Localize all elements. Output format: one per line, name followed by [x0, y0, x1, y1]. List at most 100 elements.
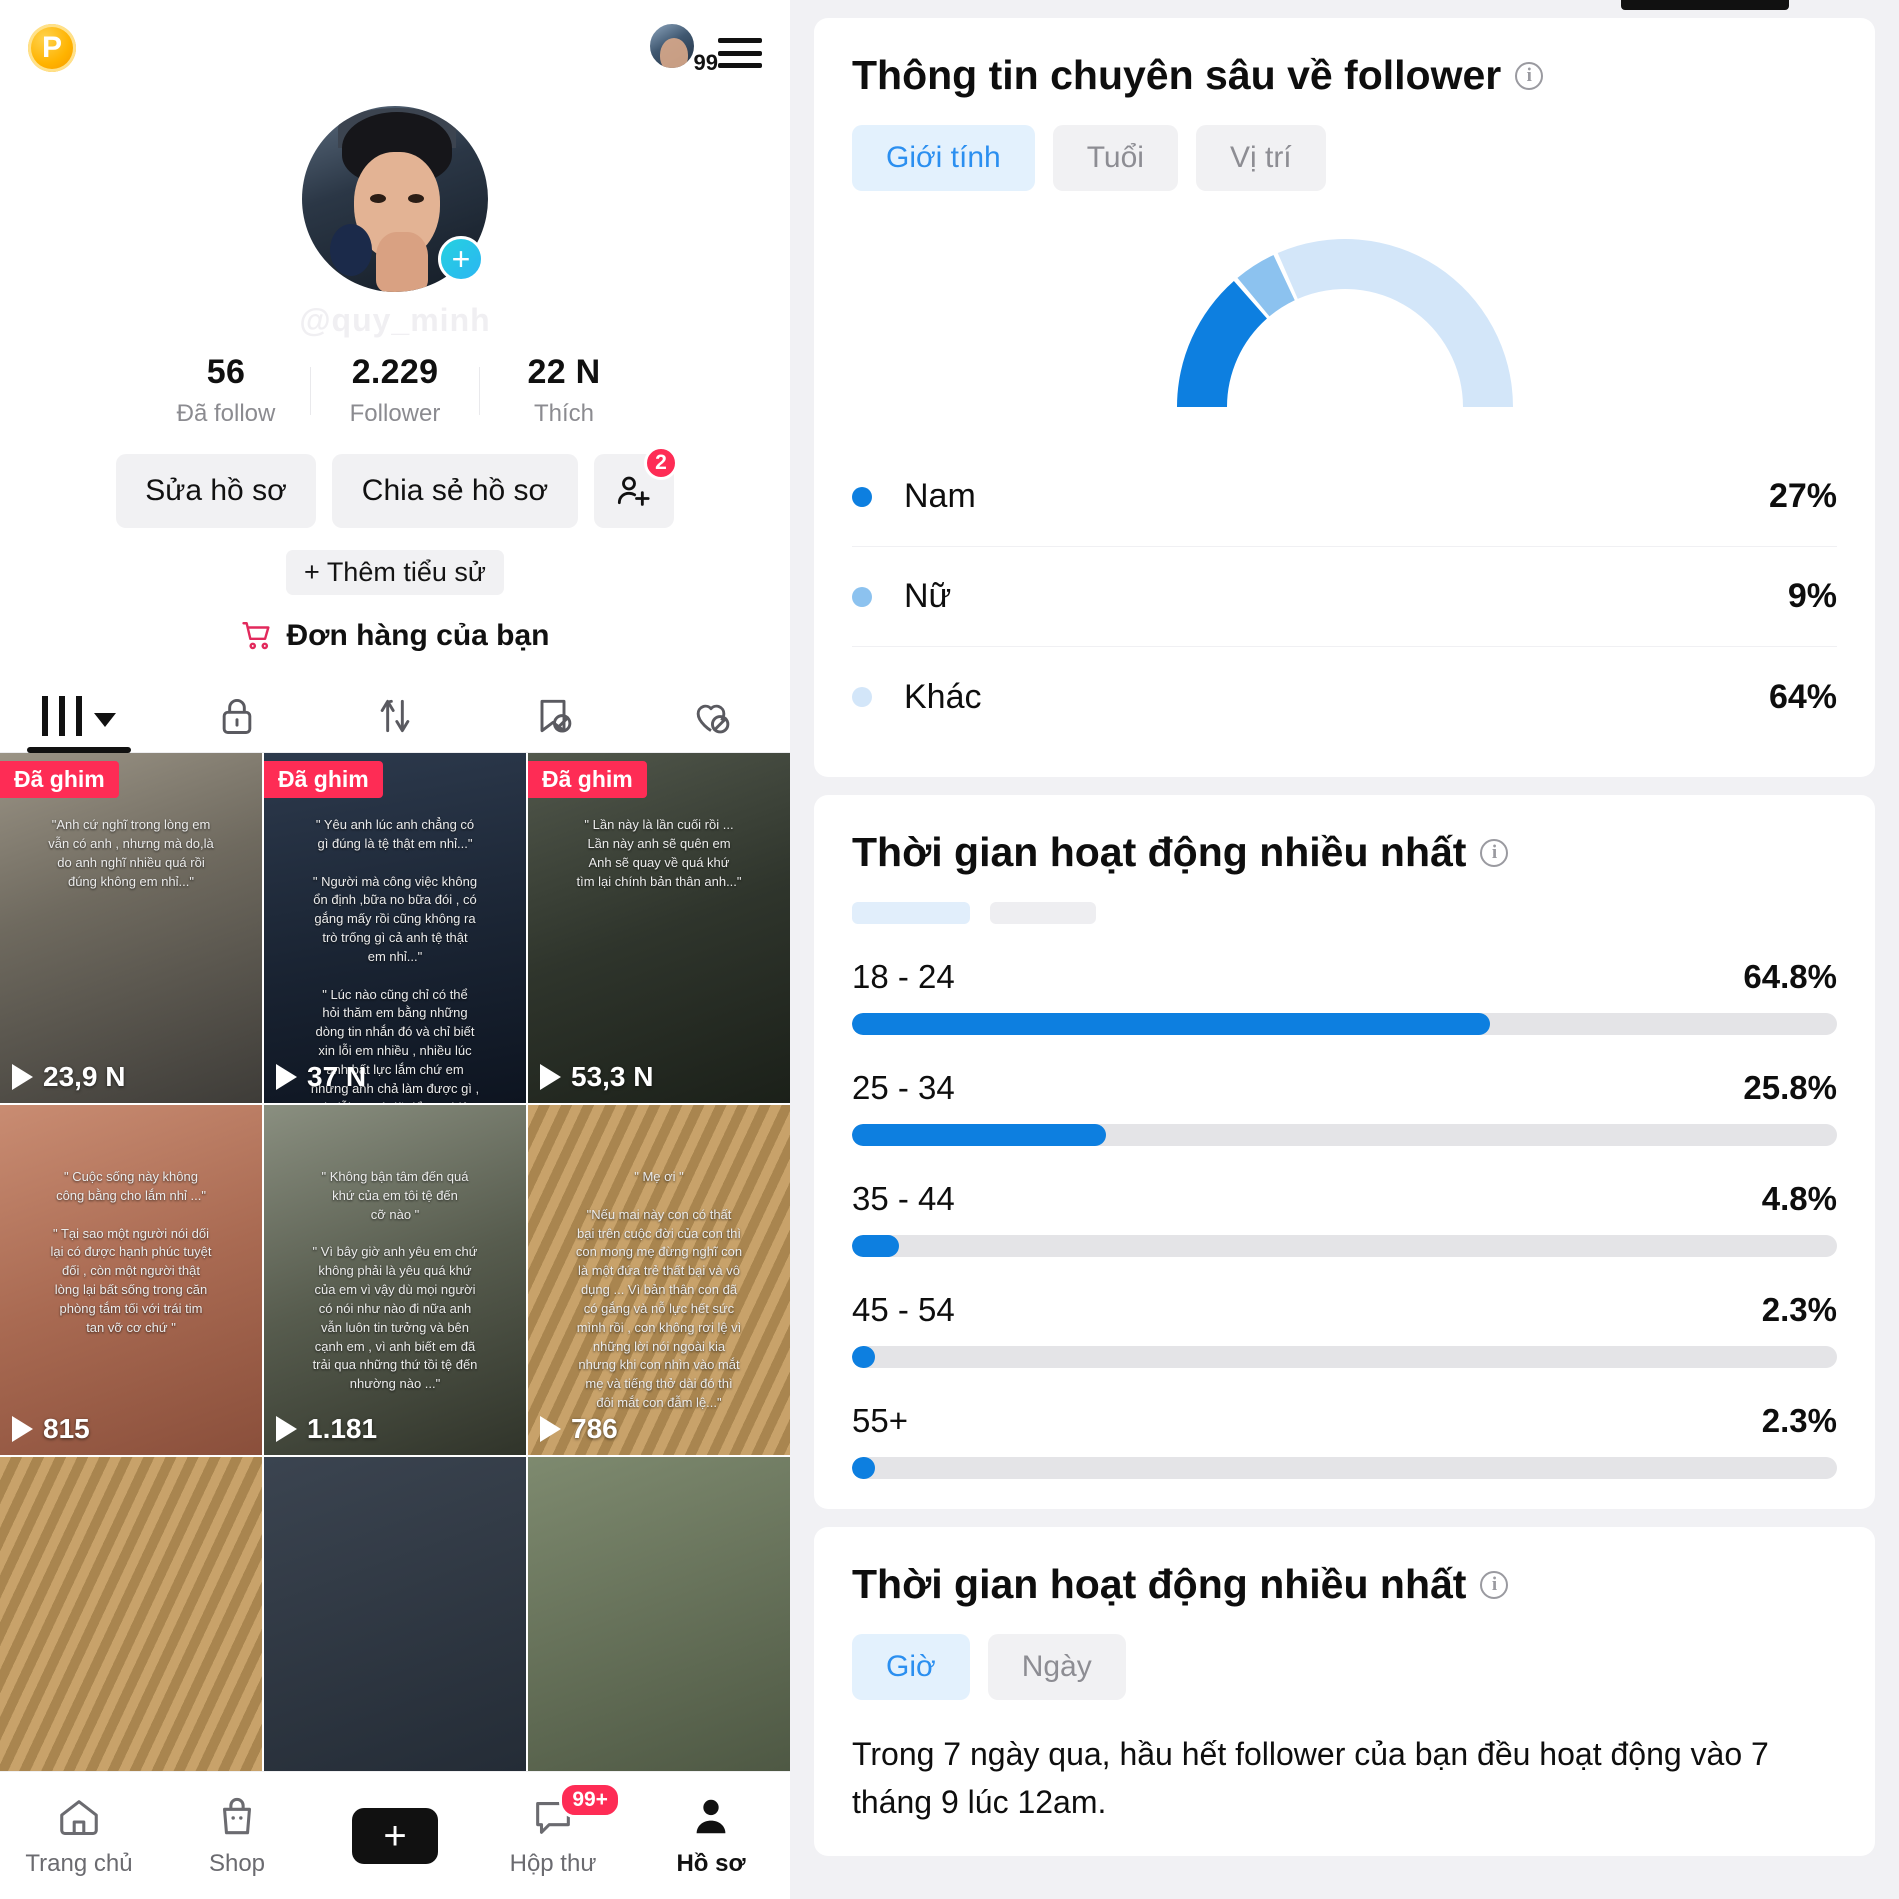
video-cell[interactable] [264, 1457, 526, 1807]
video-caption: " Yêu anh lúc anh chẳng có gì đúng là tệ… [310, 817, 480, 1103]
header-right-actions: 99 [648, 22, 762, 75]
home-icon [60, 1799, 98, 1835]
heart-off-icon [696, 704, 730, 733]
avatar-badge-count: 99 [693, 50, 718, 75]
stat-likes[interactable]: 22 N Thích [480, 353, 648, 428]
age-bar-item: 25 - 34 25.8% [852, 1069, 1837, 1146]
repost-icon [380, 699, 410, 732]
video-cell[interactable]: " Cuộc sống này không công bằng cho lắm … [0, 1105, 262, 1455]
nav-item-create[interactable]: + [316, 1807, 474, 1864]
tab-posts[interactable] [0, 679, 158, 753]
nav-label: Hộp thư [509, 1849, 597, 1877]
profile-username: @quy_minh [299, 302, 491, 338]
stat-following[interactable]: 56 Đã follow [142, 353, 310, 428]
title-text: Thông tin chuyên sâu về follower [852, 52, 1502, 98]
video-caption: " Lần này là lần cuối rồi ... Lần này an… [576, 817, 742, 889]
video-caption: " Không bận tâm đến quá khứ của em tôi t… [312, 1169, 478, 1392]
legend-value: 9% [1787, 577, 1837, 615]
video-cell[interactable] [528, 1457, 790, 1807]
create-plus-icon[interactable]: + [345, 1807, 445, 1864]
legend-dot [852, 687, 872, 707]
stat-followers-label: Follower [349, 400, 441, 427]
stat-likes-label: Thích [533, 400, 595, 427]
legend-row-female: Nữ 9% [852, 547, 1837, 647]
tab-hour[interactable]: Giờ [852, 1634, 970, 1700]
edit-profile-button[interactable]: Sửa hồ sơ [116, 454, 316, 528]
tab-reposts[interactable] [316, 679, 474, 752]
video-caption: "Anh cứ nghĩ trong lòng em vẫn có anh , … [48, 817, 214, 889]
age-bar-item: 55+ 2.3% [852, 1402, 1837, 1479]
info-icon[interactable]: i [1480, 838, 1509, 867]
person-icon [696, 1799, 726, 1833]
nav-label: Hồ sơ [676, 1849, 746, 1877]
points-coin-icon[interactable]: P [28, 24, 76, 72]
profile-avatar-block: + [0, 106, 790, 292]
tab-liked[interactable] [632, 679, 790, 752]
header-avatar[interactable]: 99 [648, 22, 718, 75]
video-views-value: 815 [43, 1413, 90, 1444]
pinned-badge: Đã ghim [528, 761, 647, 798]
play-icon [276, 1416, 297, 1442]
video-cell[interactable]: Đã ghim "Anh cứ nghĩ trong lòng em vẫn c… [0, 753, 262, 1103]
info-icon[interactable]: i [1480, 1570, 1509, 1599]
age-percent-value: 2.3% [1761, 1291, 1837, 1328]
orders-link[interactable]: Đơn hàng của bạn [0, 619, 790, 653]
age-bar-track [852, 1457, 1837, 1479]
play-icon [540, 1064, 561, 1090]
video-cell[interactable]: " Mẹ ơi " "Nếu mai này con có thất bại t… [528, 1105, 790, 1455]
video-views-value: 53,3 N [571, 1061, 654, 1092]
age-range-label: 18 - 24 [852, 958, 955, 995]
video-views: 23,9 N [12, 1061, 126, 1093]
nav-item-inbox[interactable]: 99+ Hộp thư [474, 1781, 632, 1878]
segment-skeleton [852, 902, 1837, 924]
insight-segment-tabs: Giới tính Tuổi Vị trí [852, 125, 1837, 191]
tab-private[interactable] [158, 679, 316, 752]
tab-age[interactable]: Tuổi [1052, 125, 1178, 191]
video-views-value: 1.181 [307, 1413, 378, 1444]
video-caption: " Cuộc sống này không công bằng cho lắm … [50, 1169, 212, 1335]
nav-item-home[interactable]: Trang chủ [0, 1794, 158, 1878]
age-bar-header: 45 - 54 2.3% [852, 1291, 1837, 1329]
pinned-badge: Đã ghim [0, 761, 119, 798]
age-bar-track [852, 1235, 1837, 1257]
video-cell[interactable]: Đã ghim " Yêu anh lúc anh chẳng có gì đú… [264, 753, 526, 1103]
stat-likes-value: 22 N [527, 353, 601, 391]
add-bio-button[interactable]: + Thêm tiểu sử [286, 550, 504, 595]
video-cell[interactable]: " Không bận tâm đến quá khứ của em tôi t… [264, 1105, 526, 1455]
tab-location[interactable]: Vị trí [1195, 125, 1326, 191]
age-bar-track [852, 1346, 1837, 1368]
age-section-title: Thời gian hoạt động nhiều nhất i [852, 829, 1837, 876]
video-cell[interactable] [0, 1457, 262, 1807]
title-text: Thời gian hoạt động nhiều nhất [852, 1561, 1467, 1607]
info-icon[interactable]: i [1515, 61, 1544, 90]
tab-saved[interactable] [474, 679, 632, 752]
age-range-label: 35 - 44 [852, 1180, 955, 1217]
person-add-icon [617, 476, 650, 506]
nav-item-shop[interactable]: Shop [158, 1794, 316, 1878]
plus-icon[interactable]: + [438, 236, 484, 282]
age-bar-fill [852, 1346, 875, 1368]
bottom-navigation: Trang chủ Shop + 99+ Hộp thư Hồ sơ [0, 1771, 790, 1899]
age-percent-value: 4.8% [1761, 1180, 1837, 1217]
nav-item-profile[interactable]: Hồ sơ [632, 1794, 790, 1878]
gauge-svg [1176, 239, 1513, 407]
age-bar-item: 45 - 54 2.3% [852, 1291, 1837, 1368]
add-friend-button[interactable]: 2 [594, 446, 678, 528]
nav-label: Shop [208, 1849, 266, 1877]
share-profile-button[interactable]: Chia sẻ hồ sơ [332, 454, 578, 528]
stat-followers[interactable]: 2.229 Follower [311, 353, 479, 428]
video-views-value: 23,9 N [43, 1061, 126, 1092]
hamburger-icon[interactable] [718, 36, 762, 70]
active-time-card: Thời gian hoạt động nhiều nhất i Giờ Ngà… [814, 1527, 1875, 1856]
age-percent-value: 25.8% [1743, 1069, 1837, 1106]
video-cell[interactable]: Đã ghim " Lần này là lần cuối rồi ... Lầ… [528, 753, 790, 1103]
tab-gender[interactable]: Giới tính [852, 125, 1035, 191]
avatar-thumb-icon [648, 22, 696, 70]
play-icon [276, 1064, 297, 1090]
tab-day[interactable]: Ngày [987, 1634, 1126, 1700]
tiktok-profile-panel: P 99 + @quy_minh 56 Đã follow 2.229 Foll… [0, 0, 790, 1899]
bio-row: + Thêm tiểu sử [0, 550, 790, 595]
age-bar-item: 35 - 44 4.8% [852, 1180, 1837, 1257]
video-views: 37 N [276, 1061, 366, 1093]
legend-label: Khác [904, 677, 982, 716]
